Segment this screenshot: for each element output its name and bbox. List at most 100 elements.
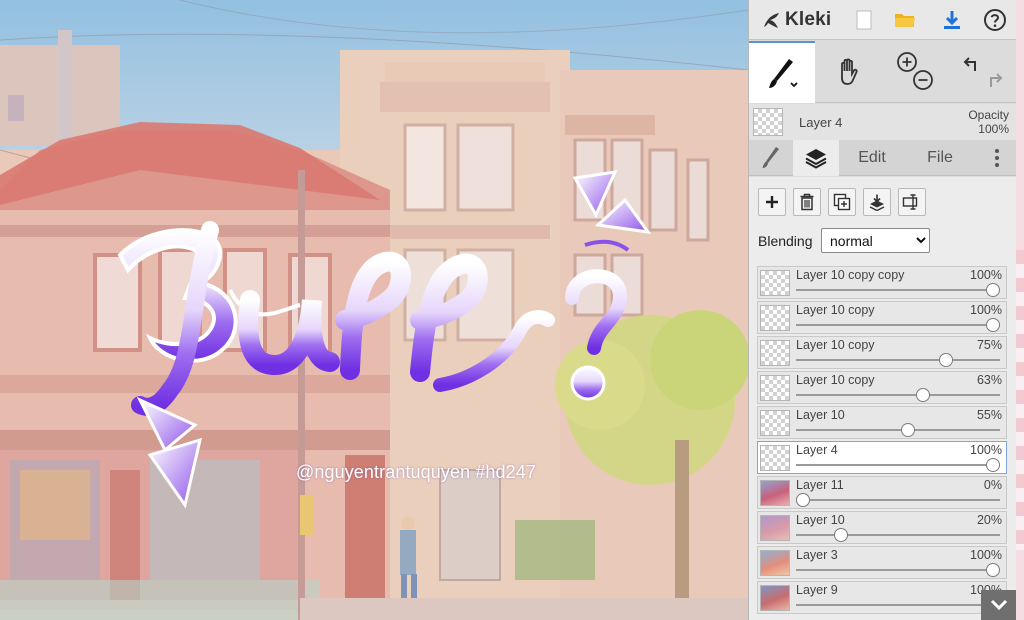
layer-name: Layer 10 copy <box>796 373 875 387</box>
layer-thumbnail <box>760 375 790 401</box>
app-name: Kleki <box>785 9 832 30</box>
layer-row[interactable]: Layer 10 copy copy 100% <box>757 266 1007 299</box>
opacity-slider-handle[interactable] <box>938 353 953 367</box>
tab-layers[interactable] <box>793 140 839 176</box>
current-layer-opacity[interactable]: Opacity 100% <box>968 108 1009 136</box>
opacity-slider-handle[interactable] <box>796 493 810 507</box>
opacity-slider-handle[interactable] <box>834 528 848 542</box>
layer-row[interactable]: Layer 3 100% <box>757 546 1007 579</box>
layer-row[interactable]: Layer 11 0% <box>757 476 1007 509</box>
layer-actions: Blending normal <box>749 177 1016 265</box>
tab-brush[interactable] <box>749 140 793 176</box>
kleki-logo-icon <box>764 13 779 28</box>
chevron-down-icon <box>990 599 1008 611</box>
more-vertical-icon <box>995 149 999 167</box>
opacity-slider-track[interactable] <box>796 604 1000 606</box>
panel-tabs: Edit File <box>749 140 1016 176</box>
opacity-label: Opacity <box>968 108 1009 122</box>
opacity-slider-track[interactable] <box>796 499 1000 501</box>
layer-row[interactable]: Layer 10 20% <box>757 511 1007 544</box>
layer-name: Layer 11 <box>796 478 844 492</box>
new-page-icon <box>856 10 872 30</box>
opacity-slider-track[interactable] <box>796 359 1000 361</box>
brush-tool[interactable] <box>749 41 815 103</box>
layer-thumbnail <box>760 340 790 366</box>
duplicate-layer-button[interactable] <box>828 188 856 216</box>
layer-opacity: 100% <box>970 443 1002 457</box>
edge-pattern <box>1016 250 1024 550</box>
opacity-slider-handle[interactable] <box>986 318 1000 332</box>
new-image-button[interactable] <box>849 5 879 35</box>
layer-opacity: 100% <box>970 548 1002 562</box>
blending-label: Blending <box>758 233 813 249</box>
opacity-slider-track[interactable] <box>796 429 1000 431</box>
tab-file[interactable]: File <box>907 140 973 176</box>
layer-opacity: 0% <box>983 478 1002 492</box>
help-button[interactable] <box>980 5 1010 35</box>
opacity-slider-handle[interactable] <box>986 563 1000 577</box>
opacity-slider-track[interactable] <box>796 569 1000 571</box>
opacity-slider-track[interactable] <box>796 464 1000 466</box>
hand-tool[interactable] <box>815 41 883 103</box>
opacity-slider-handle[interactable] <box>900 423 915 437</box>
layer-opacity: 20% <box>976 513 1002 527</box>
layers-icon <box>805 149 827 169</box>
layer-opacity: 100% <box>970 303 1002 317</box>
opacity-slider-track[interactable] <box>796 534 1000 536</box>
layer-thumbnail <box>760 550 790 576</box>
layer-opacity: 55% <box>976 408 1002 422</box>
layer-row[interactable]: Layer 10 copy 63% <box>757 371 1007 404</box>
layer-name: Layer 10 <box>796 408 845 422</box>
scroll-down-button[interactable] <box>981 590 1016 620</box>
tool-row <box>749 41 1016 103</box>
top-bar: Kleki <box>749 0 1016 40</box>
layer-row[interactable]: Layer 10 copy 75% <box>757 336 1007 369</box>
layer-thumbnail <box>760 410 790 436</box>
zoom-in-out-icon <box>897 52 933 90</box>
watermark-text: @nguyentrantuquyen #hd247 <box>296 462 536 482</box>
layer-name: Layer 10 <box>796 513 845 527</box>
layer-thumbnail <box>760 305 790 331</box>
layer-name: Layer 10 copy <box>796 303 875 317</box>
merge-down-button[interactable] <box>863 188 891 216</box>
layer-name: Layer 9 <box>796 583 838 597</box>
opacity-slider-handle[interactable] <box>986 283 1000 297</box>
drawing-canvas[interactable]: @nguyentrantuquyen #hd247 <box>0 0 748 620</box>
undo-redo[interactable] <box>949 41 1016 103</box>
layer-name: Layer 3 <box>796 548 838 562</box>
layer-row[interactable]: Layer 4 100% <box>757 441 1007 474</box>
blending-mode-select[interactable]: normal <box>821 228 930 253</box>
merge-down-icon <box>869 194 885 211</box>
opacity-slider-track[interactable] <box>796 394 1000 396</box>
background-page-edge <box>1016 0 1024 620</box>
side-panel: Kleki Layer 4 Opacity 100% Edit File Ble… <box>748 0 1016 620</box>
tab-edit[interactable]: Edit <box>841 140 903 176</box>
layer-thumbnail <box>760 515 790 541</box>
rename-layer-button[interactable] <box>898 188 926 216</box>
rename-icon <box>902 194 918 210</box>
save-button[interactable] <box>937 5 967 35</box>
layers-list: Layer 10 copy copy 100% Layer 10 copy 100% L… <box>749 265 1016 620</box>
folder-icon <box>895 14 915 27</box>
current-layer-name: Layer 4 <box>799 115 843 130</box>
duplicate-icon <box>833 193 851 211</box>
opacity-slider-handle[interactable] <box>915 388 930 402</box>
opacity-slider-track[interactable] <box>796 289 1000 291</box>
add-layer-button[interactable] <box>758 188 786 216</box>
brush-tab-icon <box>762 147 779 168</box>
layer-thumbnail <box>760 585 790 611</box>
more-menu-button[interactable] <box>979 140 1015 176</box>
layer-row[interactable]: Layer 10 55% <box>757 406 1007 439</box>
zoom-tool[interactable] <box>883 41 949 103</box>
layer-name: Layer 10 copy <box>796 338 875 352</box>
layer-row[interactable]: Layer 10 copy 100% <box>757 301 1007 334</box>
layer-row[interactable]: Layer 9100% <box>757 581 1007 614</box>
kleki-app: @nguyentrantuquyen #hd247 Kleki Layer 4 … <box>0 0 1024 620</box>
opacity-slider-handle[interactable] <box>986 458 1000 472</box>
download-icon <box>944 11 960 29</box>
plus-icon <box>766 196 778 208</box>
layer-opacity: 63% <box>976 373 1002 387</box>
delete-layer-button[interactable] <box>793 188 821 216</box>
opacity-slider-track[interactable] <box>796 324 1000 326</box>
open-button[interactable] <box>890 5 920 35</box>
